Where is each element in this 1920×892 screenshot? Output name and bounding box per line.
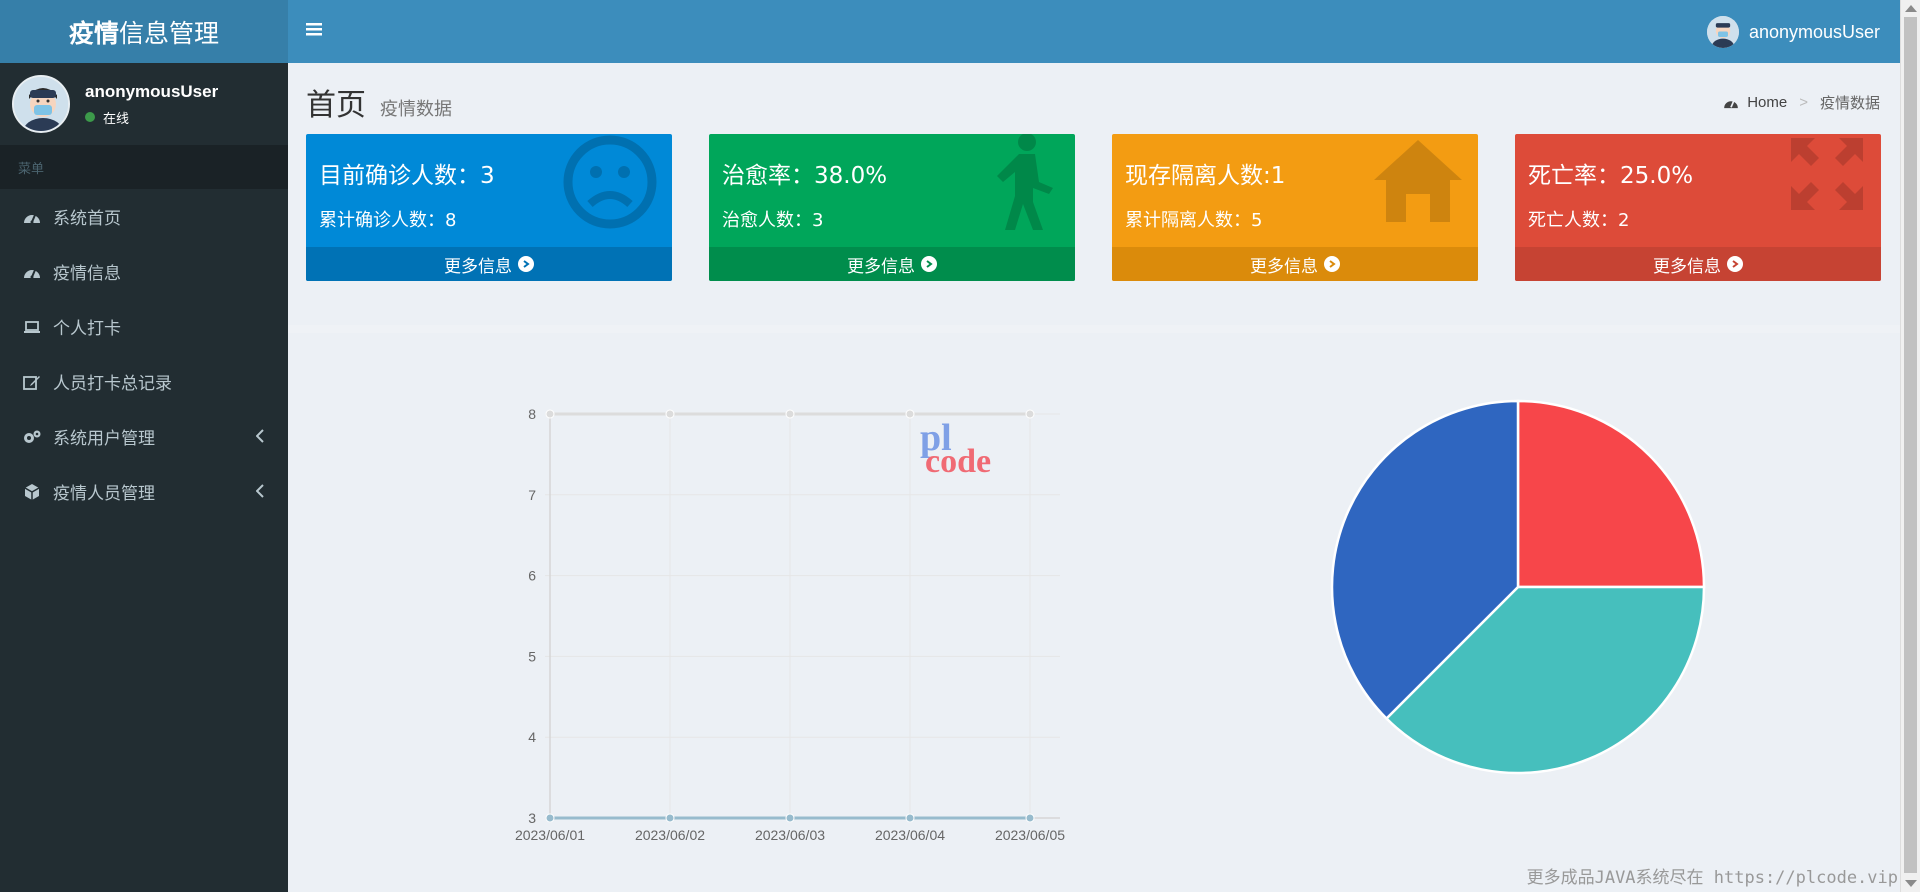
cure-rate-box: 治愈率：38.0% 治愈人数：3 更多信息 xyxy=(709,134,1075,281)
sidebar-item-epidemic-info[interactable]: 疫情信息 xyxy=(0,244,288,299)
avatar xyxy=(12,75,70,133)
sidebar-item-label: 疫情信息 xyxy=(53,264,121,284)
logo-bold: 疫情 xyxy=(68,18,119,48)
y-tick-label: 6 xyxy=(528,568,536,584)
data-point xyxy=(1025,409,1035,419)
menu-header: 菜单 xyxy=(0,145,288,189)
y-tick-label: 3 xyxy=(528,810,536,826)
dashboard-icon xyxy=(21,265,43,279)
x-tick-label: 2023/06/01 xyxy=(515,827,585,843)
y-tick-label: 5 xyxy=(528,648,536,664)
death-rate-box: 死亡率：25.0% 死亡人数：2 更多信息 xyxy=(1515,134,1881,281)
x-tick-label: 2023/06/02 xyxy=(635,827,705,843)
data-point xyxy=(545,409,555,419)
more-info-link[interactable]: 更多信息 xyxy=(709,247,1075,281)
y-tick-label: 4 xyxy=(528,729,536,745)
gears-icon xyxy=(21,429,43,445)
user-status: 在线 xyxy=(85,108,218,127)
x-tick-label: 2023/06/05 xyxy=(995,827,1065,843)
walking-person-icon xyxy=(983,134,1063,236)
laptop-icon xyxy=(21,320,43,334)
sidebar-item-label: 人员打卡总记录 xyxy=(53,374,172,394)
y-tick-label: 7 xyxy=(528,487,536,503)
top-user-name: anonymousUser xyxy=(1748,21,1880,42)
sidebar-item-checkin-records[interactable]: 人员打卡总记录 xyxy=(0,354,288,409)
edit-icon xyxy=(21,374,43,390)
avatar xyxy=(1706,16,1739,48)
logo-rest: 信息管理 xyxy=(119,18,220,48)
user-name: anonymousUser xyxy=(85,81,219,101)
footer-watermark: 更多成品JAVA系统尽在 https://plcode.vip xyxy=(1526,868,1898,888)
pie-slice xyxy=(1516,399,1706,589)
data-point xyxy=(545,813,555,823)
sidebar-item-label: 疫情人员管理 xyxy=(53,484,155,504)
arrow-circle-right-icon xyxy=(518,256,534,272)
x-tick-label: 2023/06/03 xyxy=(755,827,825,843)
x-tick-label: 2023/06/04 xyxy=(875,827,945,843)
trend-line-chart: 3 4 5 6 7 8 2023/06/01 2023/06/02 2023/06/03 202… xyxy=(515,406,1065,843)
top-navbar: anonymousUser xyxy=(288,0,1900,63)
breadcrumb: Home > 疫情数据 xyxy=(1723,92,1880,113)
page-title: 首页 疫情数据 xyxy=(306,80,452,124)
sidebar-item-user-management[interactable]: 系统用户管理 xyxy=(0,409,288,464)
vertical-scrollbar[interactable] xyxy=(1900,0,1920,892)
arrow-circle-right-icon xyxy=(1324,256,1340,272)
more-info-label: 更多信息 xyxy=(847,256,915,277)
frown-icon xyxy=(560,134,660,236)
sidebar: 疫情 信息管理 anonymousUser 在线 菜单 系统首页 疫情信息 个人… xyxy=(0,0,288,892)
sidebar-item-home[interactable]: 系统首页 xyxy=(0,189,288,244)
sidebar-item-person-management[interactable]: 疫情人员管理 xyxy=(0,464,288,519)
user-menu[interactable]: anonymousUser xyxy=(1706,16,1880,48)
chevron-left-icon xyxy=(255,428,264,448)
breadcrumb-home-link[interactable]: Home xyxy=(1747,94,1787,111)
data-point xyxy=(665,813,675,823)
arrow-circle-right-icon xyxy=(921,256,937,272)
more-info-link[interactable]: 更多信息 xyxy=(306,247,672,281)
sidebar-item-checkin[interactable]: 个人打卡 xyxy=(0,299,288,354)
online-dot-icon xyxy=(85,112,95,122)
data-point xyxy=(905,813,915,823)
stats-pie-chart xyxy=(1330,399,1706,775)
dashboard-icon xyxy=(1723,97,1739,109)
arrow-circle-right-icon xyxy=(1727,256,1743,272)
data-point xyxy=(785,813,795,823)
watermark-logo-bottom: code xyxy=(925,443,991,480)
more-info-link[interactable]: 更多信息 xyxy=(1515,247,1881,281)
home-icon xyxy=(1370,134,1466,232)
data-point xyxy=(665,409,675,419)
confirmed-box: 目前确诊人数：3 累计确诊人数：8 更多信息 xyxy=(306,134,672,281)
section-divider xyxy=(288,325,1900,333)
more-info-label: 更多信息 xyxy=(444,256,512,277)
status-text: 在线 xyxy=(103,111,130,127)
more-info-label: 更多信息 xyxy=(1250,256,1318,277)
quarantine-box: 现存隔离人数:1 累计隔离人数：5 更多信息 xyxy=(1112,134,1478,281)
data-point xyxy=(1025,813,1035,823)
app-logo[interactable]: 疫情 信息管理 xyxy=(0,0,288,63)
chevron-left-icon xyxy=(255,483,264,503)
breadcrumb-separator: > xyxy=(1799,94,1808,111)
expand-icon xyxy=(1785,134,1869,220)
dashboard-icon xyxy=(21,210,43,224)
page-subtitle: 疫情数据 xyxy=(380,99,452,120)
sidebar-item-label: 个人打卡 xyxy=(53,319,121,339)
more-info-label: 更多信息 xyxy=(1653,256,1721,277)
breadcrumb-current: 疫情数据 xyxy=(1819,95,1880,112)
plcode-watermark-logo: pl code xyxy=(920,417,991,480)
scroll-up-arrow-icon[interactable] xyxy=(1905,5,1917,12)
page-title-text: 首页 xyxy=(306,88,366,123)
user-panel: anonymousUser 在线 xyxy=(0,63,288,145)
cube-icon xyxy=(21,483,43,501)
data-point xyxy=(905,409,915,419)
scroll-down-arrow-icon[interactable] xyxy=(1905,880,1917,887)
scrollbar-thumb[interactable] xyxy=(1904,17,1917,873)
sidebar-item-label: 系统首页 xyxy=(53,209,121,229)
hamburger-icon[interactable] xyxy=(306,21,322,41)
more-info-link[interactable]: 更多信息 xyxy=(1112,247,1478,281)
data-point xyxy=(785,409,795,419)
sidebar-item-label: 系统用户管理 xyxy=(53,429,155,449)
y-tick-label: 8 xyxy=(528,406,536,422)
